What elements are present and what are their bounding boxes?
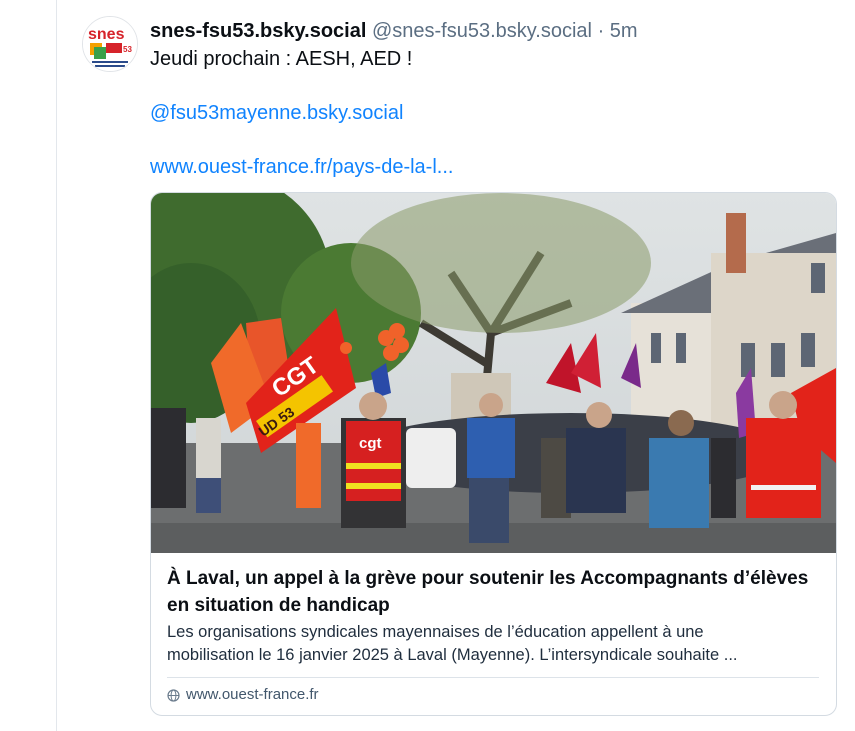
card-description-line: mobilisation le 16 janvier 2025 à Laval … (167, 646, 738, 664)
card-divider (167, 677, 819, 678)
post-timestamp[interactable]: 5m (610, 20, 638, 42)
globe-icon (167, 688, 180, 702)
card-title[interactable]: À Laval, un appel à la grève pour souten… (167, 565, 827, 619)
display-name[interactable]: snes-fsu53.bsky.social (150, 20, 366, 42)
avatar[interactable]: snes 53 (82, 16, 138, 72)
thread-divider (56, 0, 57, 731)
card-description: Les organisations syndicales mayennaises… (167, 621, 827, 667)
mention-link[interactable]: @fsu53mayenne.bsky.social (150, 102, 403, 124)
card-description-line: Les organisations syndicales mayennaises… (167, 623, 704, 641)
post-body: Jeudi prochain : AESH, AED ! @fsu53mayen… (150, 46, 453, 181)
separator: · (597, 20, 605, 42)
vest-text-cgt: cgt (359, 435, 382, 452)
external-link[interactable]: www.ouest-france.fr/pays-de-la-l... (150, 156, 453, 178)
card-image: CGT UD 53 cgt (151, 193, 836, 553)
link-preview-card[interactable]: CGT UD 53 cgt À Laval, un appel à la grè… (150, 192, 837, 716)
avatar-badge-text: 53 (123, 45, 132, 54)
post-text-line: Jeudi prochain : AESH, AED ! (150, 48, 413, 70)
avatar-logo-text: snes (88, 26, 125, 43)
card-domain-row: www.ouest-france.fr (167, 685, 319, 705)
post-header: snes-fsu53.bsky.social @snes-fsu53.bsky.… (150, 18, 638, 44)
author-handle[interactable]: @snes-fsu53.bsky.social (372, 20, 592, 42)
card-domain: www.ouest-france.fr (186, 686, 319, 703)
snes-logo-icon: snes 53 (83, 17, 137, 71)
